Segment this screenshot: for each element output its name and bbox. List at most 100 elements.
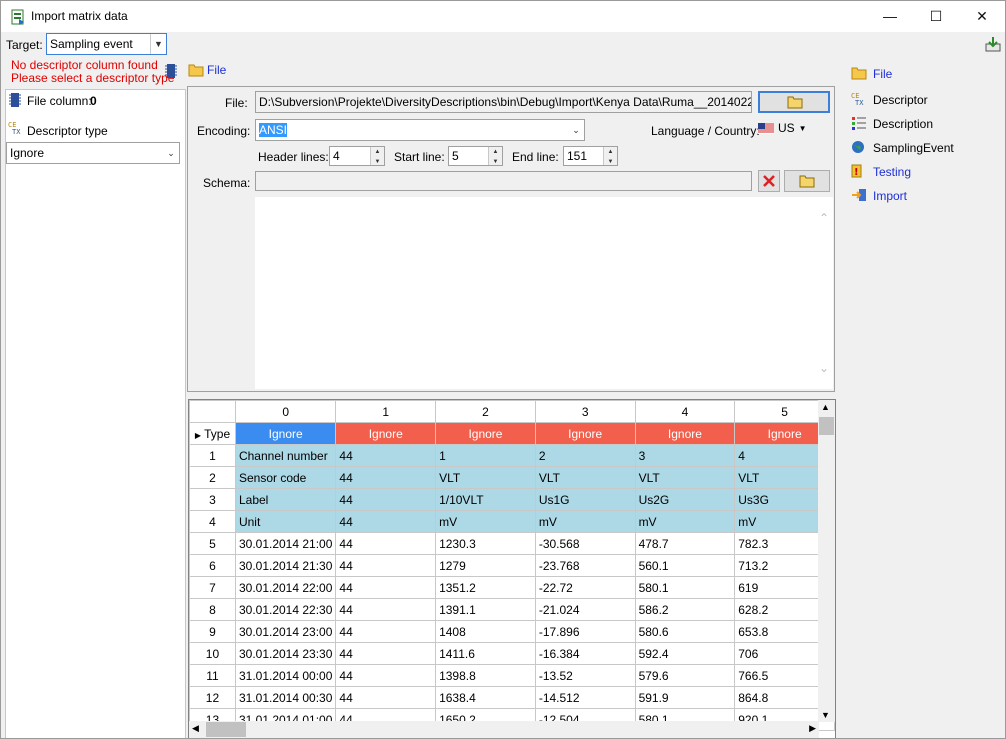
table-cell[interactable]: 44 [335, 686, 437, 709]
table-cell[interactable]: 1391.1 [435, 598, 536, 621]
table-row[interactable]: 5 30.01.2014 21:00 44 1230.3 -30.568 478.7 782… [189, 532, 835, 555]
nav-item-testing[interactable]: ! Testing [851, 163, 911, 181]
column-header-1[interactable]: 1 [335, 400, 437, 423]
encoding-select[interactable]: ANSI ⌄ [255, 119, 585, 141]
table-row[interactable]: 6 30.01.2014 21:30 44 1279 -23.768 560.1 713.2 [189, 554, 835, 577]
type-cell-3[interactable]: Ignore [534, 422, 636, 445]
table-cell[interactable]: 1408 [435, 620, 536, 643]
table-cell[interactable]: mV [435, 510, 536, 533]
grid-horizontal-scrollbar[interactable]: ◀ ▶ [189, 721, 819, 738]
row-number[interactable]: 7 [189, 576, 236, 599]
table-cell[interactable]: 44 [335, 642, 437, 665]
scroll-down-icon[interactable]: ⌄ [819, 361, 829, 375]
table-cell[interactable]: Unit [234, 510, 337, 533]
row-number[interactable]: 5 [189, 532, 236, 555]
table-cell[interactable]: 1351.2 [435, 576, 536, 599]
table-cell[interactable]: VLT [534, 466, 636, 489]
scroll-thumb[interactable] [819, 417, 834, 435]
grid-vertical-scrollbar[interactable]: ▲ ▼ [818, 400, 835, 722]
table-cell[interactable]: 592.4 [634, 642, 736, 665]
table-cell[interactable]: Us1G [534, 488, 636, 511]
column-header-4[interactable]: 4 [634, 400, 736, 423]
type-cell-4[interactable]: Ignore [634, 422, 736, 445]
table-cell[interactable]: Channel number [234, 444, 337, 467]
clear-schema-button[interactable] [758, 170, 780, 192]
close-button[interactable]: ✕ [959, 1, 1005, 31]
minimize-button[interactable]: — [867, 1, 913, 31]
table-cell[interactable]: 560.1 [634, 554, 736, 577]
table-cell[interactable]: 30.01.2014 23:30 [234, 642, 337, 665]
table-row[interactable]: 10 30.01.2014 23:30 44 1411.6 -16.384 592.4 70… [189, 642, 835, 665]
table-cell[interactable]: 30.01.2014 22:00 [234, 576, 337, 599]
scroll-left-icon[interactable]: ◀ [192, 723, 199, 734]
row-number[interactable]: 8 [189, 598, 236, 621]
scroll-down-icon[interactable]: ▼ [821, 710, 830, 720]
table-cell[interactable]: Sensor code [234, 466, 337, 489]
scroll-up-icon[interactable]: ▲ [821, 402, 830, 412]
table-cell[interactable]: VLT [634, 466, 736, 489]
table-cell[interactable]: 1279 [435, 554, 536, 577]
table-cell[interactable]: 1230.3 [435, 532, 536, 555]
column-header-0[interactable]: 0 [234, 400, 337, 423]
table-cell[interactable]: 2 [534, 444, 636, 467]
table-cell[interactable]: -13.52 [534, 664, 636, 687]
browse-file-button[interactable] [758, 91, 830, 113]
file-path-field[interactable]: D:\Subversion\Projekte\DiversityDescript… [255, 91, 752, 113]
table-cell[interactable]: 478.7 [634, 532, 736, 555]
table-cell[interactable]: 44 [335, 598, 437, 621]
header-lines-stepper[interactable]: 4 ▲ ▼ [329, 146, 385, 166]
start-line-stepper[interactable]: 5 ▲ ▼ [448, 146, 503, 166]
table-cell[interactable]: -30.568 [534, 532, 636, 555]
row-number[interactable]: 10 [189, 642, 236, 665]
nav-item-descriptor[interactable]: CE TX Descriptor [851, 91, 928, 109]
schema-preview-area[interactable]: ⌃ ⌄ [255, 197, 833, 389]
table-cell[interactable]: 44 [335, 444, 437, 467]
table-cell[interactable]: 580.6 [634, 620, 736, 643]
table-cell[interactable]: -21.024 [534, 598, 636, 621]
nav-item-description[interactable]: Description [851, 115, 933, 133]
nav-item-samplingevent[interactable]: SamplingEvent [851, 139, 954, 157]
row-number[interactable]: 2 [189, 466, 236, 489]
table-cell[interactable]: 1638.4 [435, 686, 536, 709]
table-cell[interactable]: 30.01.2014 21:30 [234, 554, 337, 577]
table-cell[interactable]: 31.01.2014 00:00 [234, 664, 337, 687]
column-header-3[interactable]: 3 [534, 400, 636, 423]
table-cell[interactable]: 1/10VLT [435, 488, 536, 511]
browse-schema-button[interactable] [784, 170, 830, 192]
table-cell[interactable]: 44 [335, 532, 437, 555]
table-row[interactable]: 8 30.01.2014 22:30 44 1391.1 -21.024 586.2 628… [189, 598, 835, 621]
table-cell[interactable]: 44 [335, 466, 437, 489]
scroll-up-icon[interactable]: ⌃ [819, 211, 829, 225]
row-number[interactable]: 12 [189, 686, 236, 709]
table-cell[interactable]: -14.512 [534, 686, 636, 709]
type-cell-0[interactable]: Ignore [234, 422, 337, 445]
nav-item-file[interactable]: File [851, 65, 892, 83]
maximize-button[interactable]: ☐ [913, 1, 959, 31]
table-cell[interactable]: 44 [335, 554, 437, 577]
table-cell[interactable]: mV [634, 510, 736, 533]
data-grid[interactable]: 012345 ▶ Type Ignore Ignore Ignore Ignore Ign… [188, 399, 836, 738]
schema-field[interactable] [255, 171, 752, 191]
scroll-right-icon[interactable]: ▶ [809, 723, 816, 734]
file-section-header[interactable]: File [188, 63, 226, 77]
table-cell[interactable]: 1398.8 [435, 664, 536, 687]
table-cell[interactable]: 44 [335, 576, 437, 599]
scroll-thumb[interactable] [206, 722, 246, 737]
table-cell[interactable]: VLT [435, 466, 536, 489]
table-cell[interactable]: 580.1 [634, 576, 736, 599]
row-number[interactable]: 11 [189, 664, 236, 687]
spin-arrows-icon[interactable]: ▲ ▼ [603, 147, 617, 165]
table-row[interactable]: 11 31.01.2014 00:00 44 1398.8 -13.52 579.6 766… [189, 664, 835, 687]
table-cell[interactable]: -22.72 [534, 576, 636, 599]
table-cell[interactable]: 3 [634, 444, 736, 467]
table-cell[interactable]: 44 [335, 664, 437, 687]
table-cell[interactable]: 30.01.2014 22:30 [234, 598, 337, 621]
nav-item-import[interactable]: Import [851, 187, 907, 205]
table-cell[interactable]: 1411.6 [435, 642, 536, 665]
spin-arrows-icon[interactable]: ▲ ▼ [488, 147, 502, 165]
row-number[interactable]: 4 [189, 510, 236, 533]
type-cell-1[interactable]: Ignore [335, 422, 437, 445]
target-select[interactable]: Sampling event ▼ [46, 33, 167, 55]
language-select[interactable]: US ▼ [758, 121, 807, 135]
table-cell[interactable]: 44 [335, 620, 437, 643]
